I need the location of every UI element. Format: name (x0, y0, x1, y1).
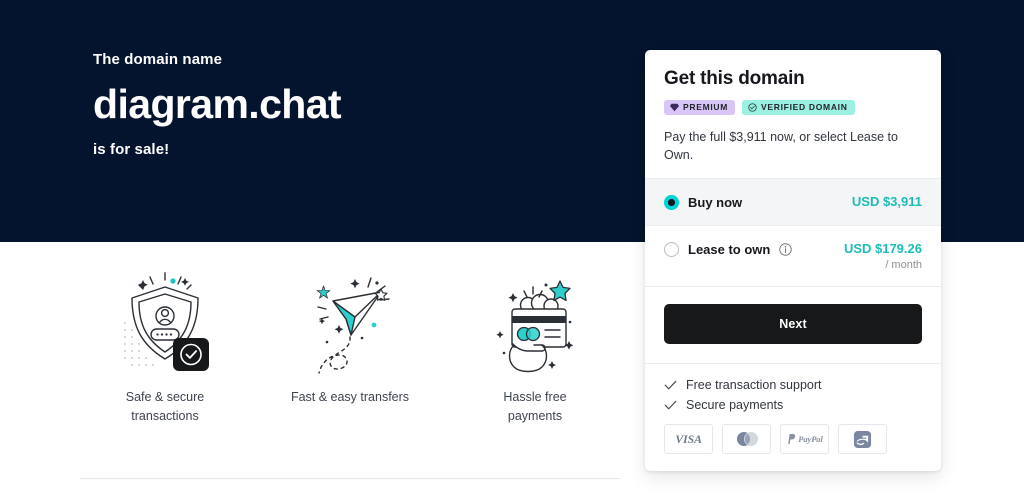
feature-item-hassle-free-payments: Hassle free payments (450, 262, 620, 426)
card-title: Get this domain (664, 68, 805, 89)
option-label: Lease to own (688, 242, 771, 257)
hero-text-block: The domain name diagram.chat is for sale… (93, 50, 613, 160)
perk-label: Free transaction support (686, 378, 822, 392)
pricing-option-buy-now[interactable]: Buy now USD $3,911 (645, 178, 941, 225)
perk-item: Secure payments (664, 398, 922, 412)
perk-item: Free transaction support (664, 378, 922, 392)
option-left-group: Buy now (664, 194, 742, 210)
cta-container: Next (645, 286, 941, 363)
feature-item-safe-secure: Safe & secure transactions (80, 262, 250, 426)
feature-item-fast-transfers: Fast & easy transfers (265, 262, 435, 407)
payment-icon-alipay (838, 424, 887, 454)
pricing-option-lease-to-own[interactable]: Lease to own USD $179.26 / month (645, 225, 941, 286)
perk-label: Secure payments (686, 398, 784, 412)
next-button[interactable]: Next (664, 304, 922, 344)
hand-credit-card-icon (480, 262, 590, 380)
option-left-group: Lease to own (664, 241, 793, 257)
option-price-group: USD $3,911 (852, 194, 922, 209)
shield-lock-icon (110, 262, 220, 380)
paypal-label: PayPal (798, 434, 823, 444)
hero-kicker: The domain name (93, 51, 223, 68)
badge-label: PREMIUM (683, 102, 729, 112)
offer-card-footer: Free transaction support Secure payments… (645, 363, 941, 471)
status-badge-premium: PREMIUM (664, 100, 736, 115)
payment-icon-paypal: PayPal (780, 424, 829, 454)
feature-caption: Fast & easy transfers (290, 390, 410, 404)
option-price-period: / month (885, 259, 922, 271)
section-divider (80, 478, 620, 479)
visa-label: VISA (675, 431, 702, 446)
option-price: USD $3,911 (851, 194, 922, 209)
paper-plane-icon (295, 262, 405, 380)
pricing-note: Pay the full $3,911 now, or select Lease… (664, 130, 898, 162)
feature-caption: Safe & secure transactions (125, 390, 205, 423)
info-icon[interactable] (779, 243, 793, 256)
domain-name-heading: diagram.chat (93, 81, 342, 127)
check-icon (664, 400, 677, 411)
badge-label: VERIFIED DOMAIN (761, 102, 848, 112)
payment-icon-mastercard (722, 424, 771, 454)
option-price-group: USD $179.26 / month (844, 241, 922, 271)
payment-methods: VISA PayPal (664, 424, 922, 454)
radio-buy-now[interactable] (664, 195, 679, 210)
badge-row: PREMIUM VERIFIED DOMAIN (664, 100, 922, 115)
feature-list: Safe & secure transactions Fast & easy t… (80, 262, 620, 426)
payment-icon-visa: VISA (664, 424, 713, 454)
offer-card-header: Get this domain PREMIUM VERIFIED DOMAIN … (645, 50, 941, 178)
offer-card: Get this domain PREMIUM VERIFIED DOMAIN … (645, 50, 941, 471)
option-price: USD $179.26 (843, 241, 922, 256)
feature-caption: Hassle free payments (503, 390, 567, 423)
radio-lease-to-own[interactable] (664, 242, 679, 257)
status-badge-verified: VERIFIED DOMAIN (742, 100, 855, 115)
option-label: Buy now (688, 195, 743, 210)
gem-icon (670, 103, 679, 112)
hero-subtitle: is for sale! (93, 141, 170, 158)
check-icon (664, 380, 677, 391)
check-circle-icon (748, 102, 757, 112)
